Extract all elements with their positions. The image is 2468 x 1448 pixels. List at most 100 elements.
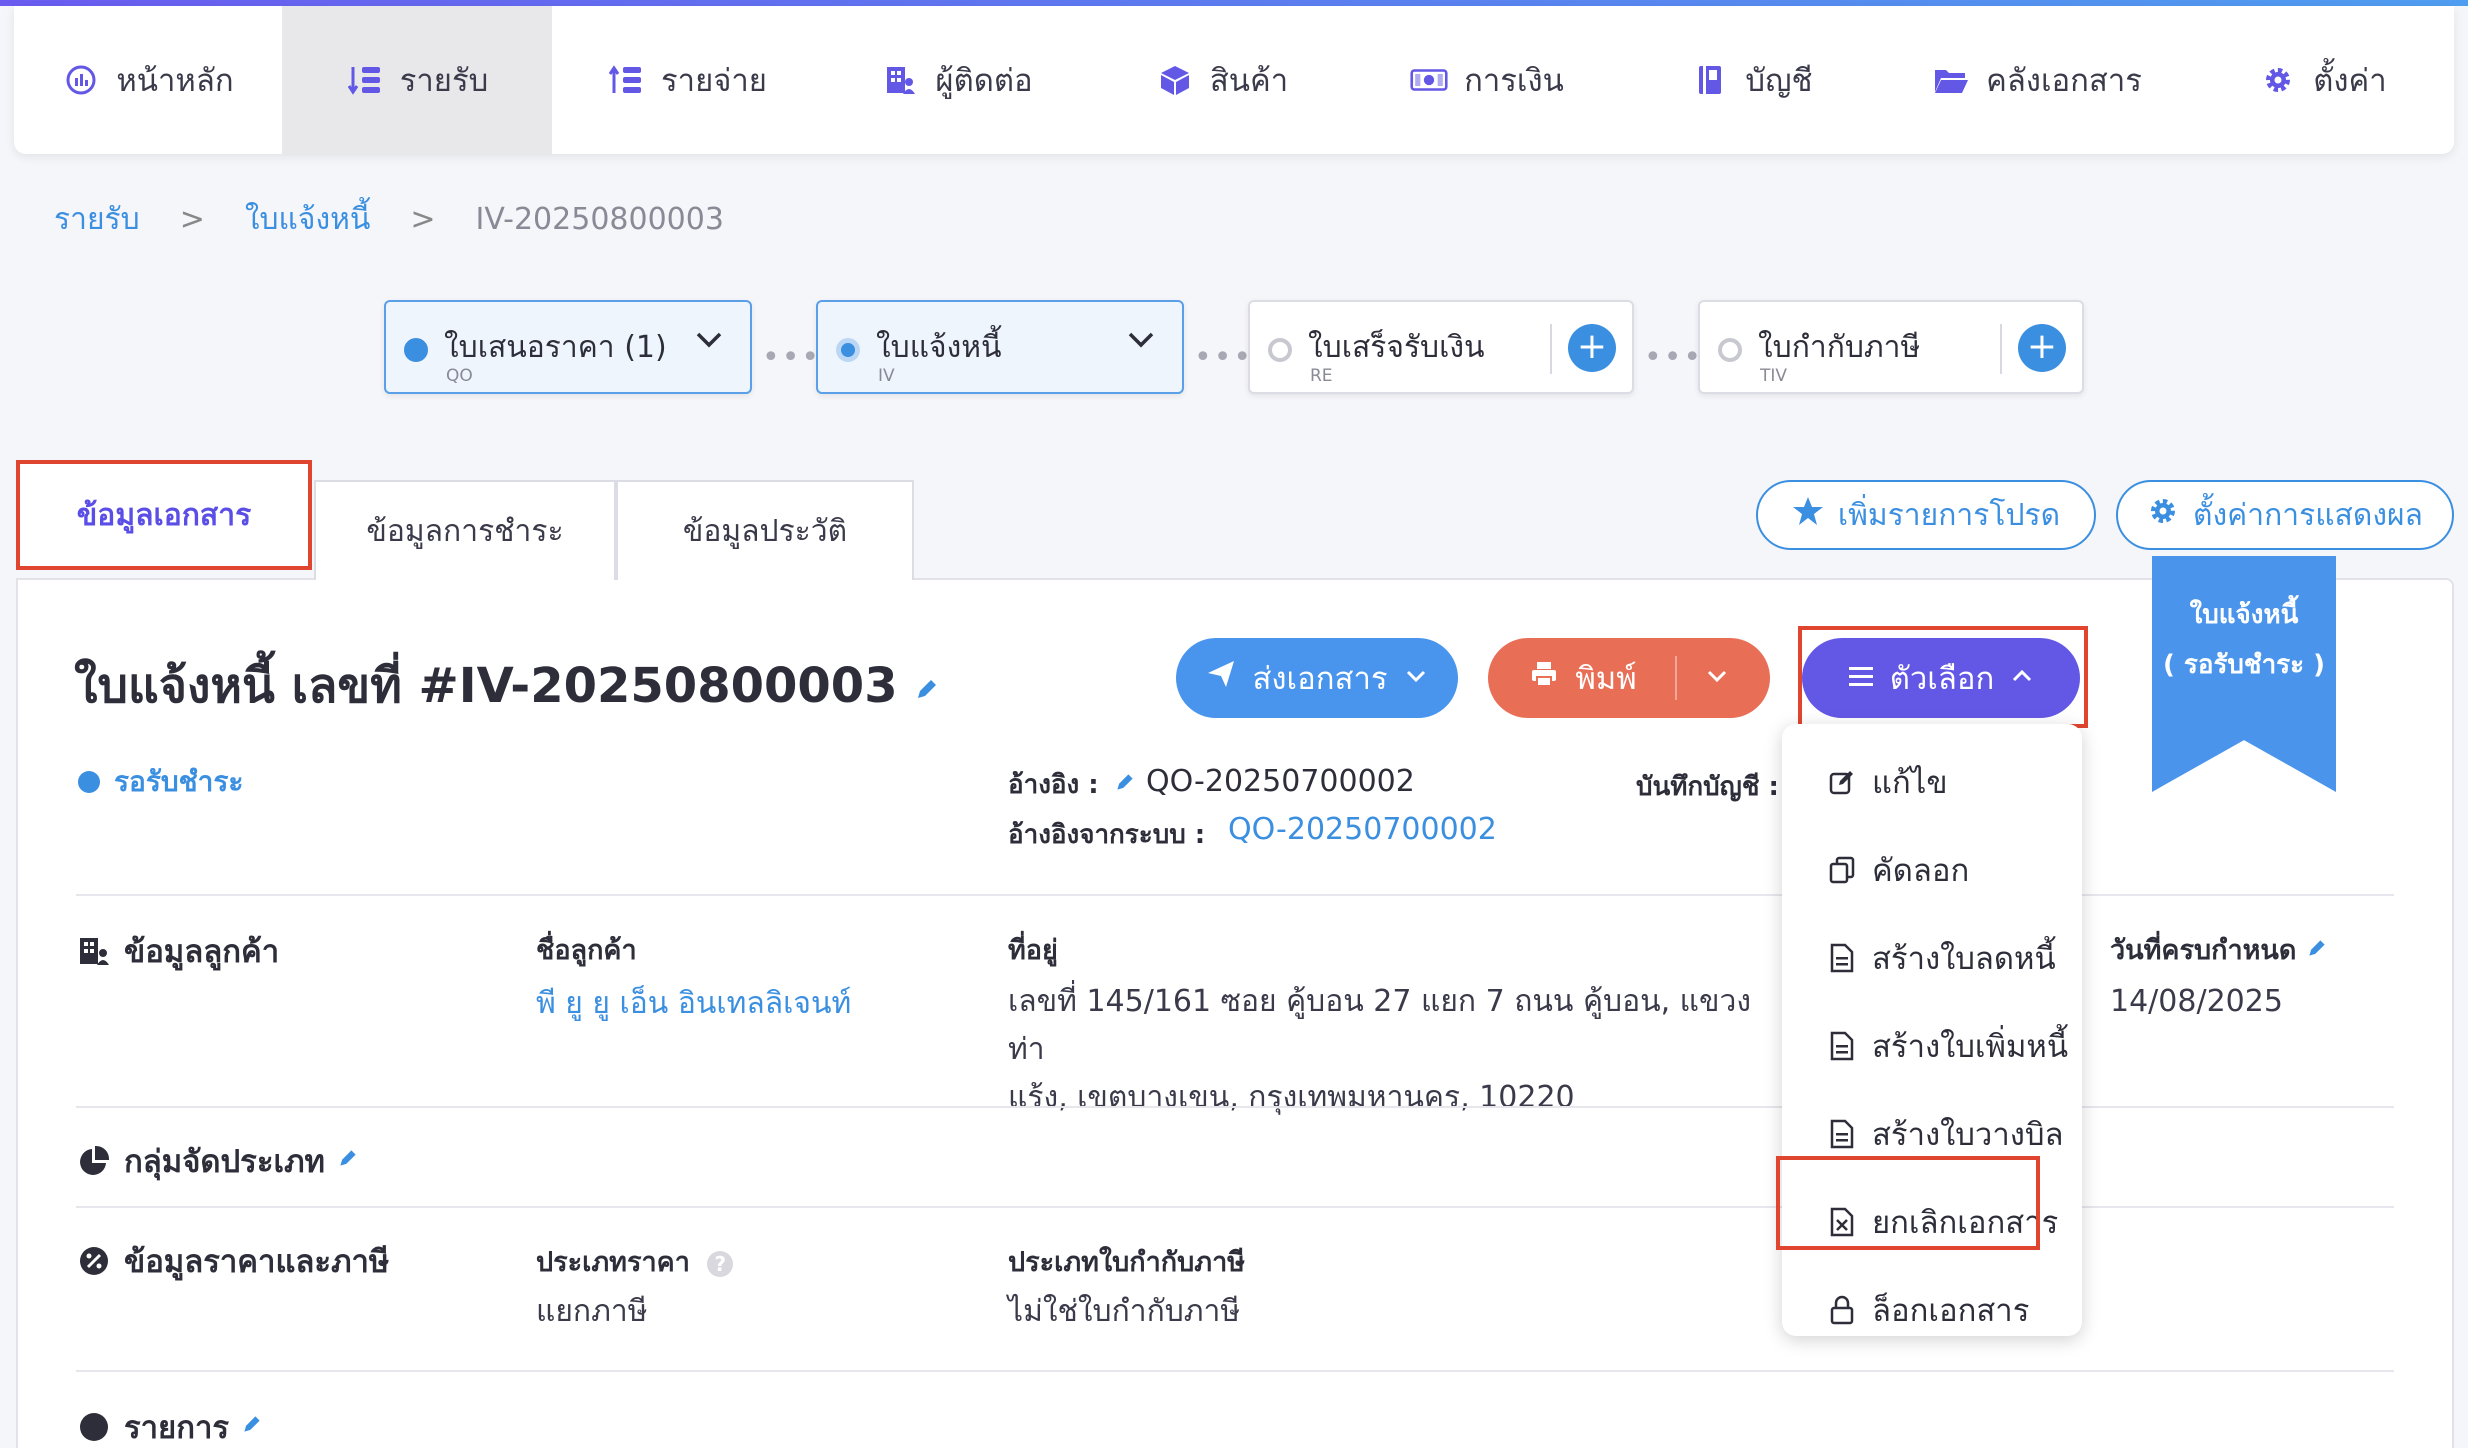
tax-invoice-type-label: ประเภทใบกำกับภาษี	[1008, 1247, 1246, 1278]
due-date-value: 14/08/2025	[2110, 984, 2283, 1019]
address-label: ที่อยู่	[1008, 935, 1058, 966]
ribbon-status: ( รอรับชำระ )	[2162, 650, 2326, 680]
customer-name-label: ชื่อลูกค้า	[536, 935, 637, 966]
percent-badge-icon	[76, 1245, 112, 1277]
pencil-icon[interactable]	[914, 679, 940, 709]
page-title: ใบแจ้งหนี้ เลขที่ #IV-20250800003	[74, 648, 940, 724]
paper-plane-icon	[1206, 659, 1236, 697]
system-reference-label: อ้างอิงจากระบบ :	[1008, 820, 1206, 850]
menu-item-lock-document[interactable]: ล็อกเอกสาร	[1782, 1266, 2082, 1354]
options-highlight	[1798, 626, 2088, 728]
pencil-icon[interactable]	[2306, 936, 2328, 966]
flow-connector: •••	[762, 340, 822, 375]
flow-card-code: TIV	[1760, 366, 1788, 386]
pencil-icon[interactable]	[1114, 770, 1136, 800]
customer-name-link[interactable]: พี ยู ยู เอ็น อินเทลลิเจนท์	[536, 980, 851, 1027]
tab-history[interactable]: ข้อมูลประวัติ	[616, 480, 914, 580]
chevron-down-icon[interactable]	[1705, 660, 1729, 696]
chevron-down-icon	[1404, 660, 1428, 696]
flow-divider	[2000, 324, 2002, 374]
flow-status-dot	[1268, 338, 1292, 362]
breadcrumb-separator: >	[179, 202, 205, 237]
main-navbar: หน้าหลัก รายรับ รายจ่าย ผู้ติดต่อ สินค้า…	[14, 6, 2454, 154]
print-button[interactable]: พิมพ์	[1488, 638, 1770, 718]
ribbon-doc-type: ใบแจ้งหนี้	[2189, 600, 2299, 630]
items-section-title: รายการ	[76, 1402, 263, 1448]
pie-chart-icon	[76, 1145, 112, 1177]
tab-document-info[interactable]: ข้อมูลเอกสาร	[16, 460, 312, 570]
nav-label: การเงิน	[1464, 63, 1564, 99]
flow-status-dot	[404, 338, 428, 362]
send-document-button[interactable]: ส่งเอกสาร	[1176, 638, 1458, 718]
menu-item-copy[interactable]: คัดลอก	[1782, 826, 2082, 914]
money-icon	[1410, 64, 1448, 96]
customer-section-title: ข้อมูลลูกค้า	[76, 926, 279, 976]
lock-icon	[1826, 1295, 1858, 1325]
flow-card-invoice[interactable]: ใบแจ้งหนี้ IV	[816, 300, 1184, 394]
nav-item-expense[interactable]: รายจ่าย	[552, 6, 822, 154]
menu-item-edit[interactable]: แก้ไข	[1782, 738, 2082, 826]
star-icon	[1792, 495, 1824, 535]
system-reference-link[interactable]: QO-20250700002	[1228, 812, 1497, 847]
menu-item-credit-note[interactable]: สร้างใบลดหนี้	[1782, 914, 2082, 1002]
gear-icon	[2259, 64, 2297, 96]
chevron-down-icon[interactable]	[694, 324, 724, 362]
nav-item-home[interactable]: หน้าหลัก	[14, 6, 282, 154]
flow-card-quotation[interactable]: ใบเสนอราคา (1) QO	[384, 300, 752, 394]
nav-item-contacts[interactable]: ผู้ติดต่อ	[822, 6, 1092, 154]
button-divider	[1674, 656, 1677, 700]
income-icon	[346, 64, 384, 96]
chevron-down-icon[interactable]	[1126, 324, 1156, 362]
folder-icon	[1932, 64, 1970, 96]
menu-item-debit-note[interactable]: สร้างใบเพิ่มหนี้	[1782, 1002, 2082, 1090]
address-value: เลขที่ 145/161 ซอย คู้บอน 27 แยก 7 ถนน ค…	[1008, 984, 1751, 1115]
document-flow: ใบเสนอราคา (1) QO ••• ใบแจ้งหนี้ IV ••• …	[0, 300, 2468, 396]
nav-item-income[interactable]: รายรับ	[282, 6, 552, 154]
list-dot-icon	[76, 1411, 112, 1443]
tax-invoice-type-value: ไม่ใช่ใบกำกับภาษี	[1008, 1294, 1241, 1329]
price-type-label: ประเภทราคา ?	[536, 1240, 734, 1283]
tab-payment-info[interactable]: ข้อมูลการชำระ	[314, 480, 616, 580]
display-settings-button[interactable]: ตั้งค่าการแสดงผล	[2116, 480, 2454, 550]
contacts-icon	[881, 64, 919, 96]
divider	[76, 1370, 2394, 1372]
add-favorite-button[interactable]: เพิ่มรายการโปรด	[1756, 480, 2096, 550]
pencil-icon[interactable]	[337, 1146, 359, 1176]
breadcrumb-income-link[interactable]: รายรับ	[54, 196, 140, 243]
status-dot	[78, 771, 100, 793]
nav-item-documents[interactable]: คลังเอกสาร	[1882, 6, 2192, 154]
edit-icon	[1826, 768, 1858, 796]
nav-item-settings[interactable]: ตั้งค่า	[2192, 6, 2454, 154]
nav-label: ตั้งค่า	[2313, 63, 2387, 99]
breadcrumb-separator: >	[410, 202, 436, 237]
price-type-value: แยกภาษี	[536, 1294, 648, 1329]
add-tax-invoice-button[interactable]: +	[2018, 324, 2066, 372]
expense-icon	[607, 64, 645, 96]
flow-card-code: RE	[1310, 366, 1333, 386]
document-icon	[1826, 1119, 1858, 1149]
nav-item-finance[interactable]: การเงิน	[1352, 6, 1622, 154]
help-icon[interactable]: ?	[707, 1251, 734, 1277]
document-icon	[1826, 943, 1858, 973]
product-box-icon	[1156, 64, 1194, 96]
pricing-section-title: ข้อมูลราคาและภาษี	[76, 1236, 389, 1286]
nav-label: คลังเอกสาร	[1986, 63, 2142, 99]
status-badge: รอรับชำระ	[78, 760, 243, 804]
pencil-icon[interactable]	[241, 1412, 263, 1442]
add-receipt-button[interactable]: +	[1568, 324, 1616, 372]
flow-divider	[1550, 324, 1552, 374]
flow-card-title: ใบเสร็จรับเงิน	[1308, 330, 1485, 365]
add-favorite-label: เพิ่มรายการโปรด	[1837, 497, 2061, 533]
breadcrumb-invoice-link[interactable]: ใบแจ้งหนี้	[245, 196, 371, 243]
dashboard-icon	[62, 64, 100, 96]
classification-section-title: กลุ่มจัดประเภท	[76, 1136, 359, 1186]
display-settings-label: ตั้งค่าการแสดงผล	[2193, 497, 2423, 533]
flow-card-receipt[interactable]: ใบเสร็จรับเงิน RE +	[1248, 300, 1634, 394]
nav-item-products[interactable]: สินค้า	[1092, 6, 1352, 154]
nav-item-accounting[interactable]: บัญชี	[1622, 6, 1882, 154]
flow-status-dot	[836, 338, 860, 362]
flow-card-title: ใบกำกับภาษี	[1758, 330, 1921, 365]
status-label: รอรับชำระ	[114, 765, 244, 798]
nav-label: บัญชี	[1745, 63, 1813, 99]
flow-card-tax-invoice[interactable]: ใบกำกับภาษี TIV +	[1698, 300, 2084, 394]
